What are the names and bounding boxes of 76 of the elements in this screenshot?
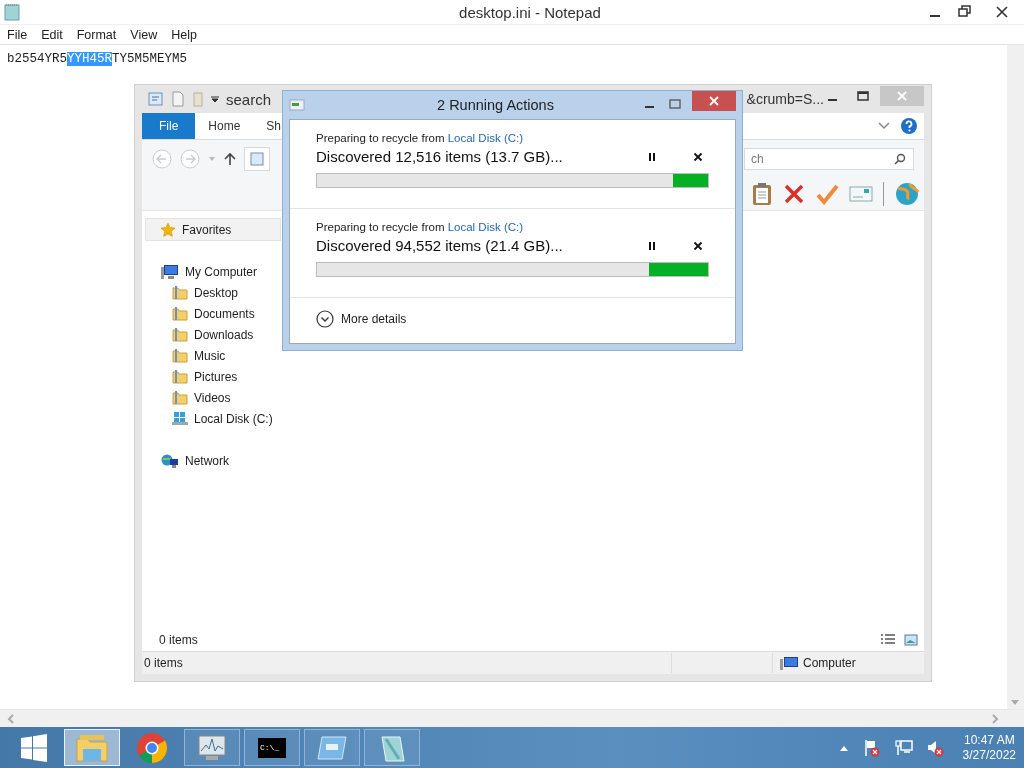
operation-description: Preparing to recycle from Local Disk (C:) xyxy=(316,132,525,144)
item-count: 0 items xyxy=(159,633,198,647)
source-link[interactable]: Local Disk (C:) xyxy=(447,132,524,144)
icon-text: C:\_ xyxy=(260,743,280,752)
text-content: TY5M5MEYM5 xyxy=(112,52,188,66)
cancel-icon[interactable] xyxy=(693,240,703,251)
start-icon[interactable] xyxy=(20,733,48,762)
menu-item[interactable]: File xyxy=(7,27,28,42)
chevron-down-icon[interactable] xyxy=(878,122,890,130)
menu-item[interactable]: Format xyxy=(76,27,117,42)
close-icon xyxy=(708,95,720,107)
ribbon-tab[interactable]: Home xyxy=(195,113,254,139)
new-document-icon[interactable] xyxy=(170,91,186,107)
sidebar-item[interactable]: Network xyxy=(145,450,295,471)
taskbar-button[interactable]: C:\_ xyxy=(244,729,300,766)
volume-muted-icon[interactable] xyxy=(926,738,945,757)
properties-icon[interactable] xyxy=(148,91,164,107)
performance-monitor-icon xyxy=(196,732,228,763)
sidebar-item[interactable]: Pictures xyxy=(145,366,295,387)
cancel-icon[interactable] xyxy=(693,151,703,162)
browser-icon xyxy=(136,731,168,764)
sidebar-item[interactable]: Music xyxy=(145,345,295,366)
globe-icon[interactable] xyxy=(894,182,920,206)
dropdown-icon[interactable] xyxy=(210,94,220,104)
search-icon xyxy=(894,153,906,165)
ribbon-tab[interactable]: File xyxy=(142,113,196,139)
sidebar-item[interactable]: Favorites xyxy=(145,218,281,241)
window-title: desktop.ini - Notepad xyxy=(458,3,602,21)
taskbar-button[interactable] xyxy=(304,729,360,766)
computer-icon xyxy=(161,263,179,280)
taskbar-button[interactable] xyxy=(364,729,420,766)
network-icon xyxy=(161,452,179,469)
status-text: 0 items xyxy=(144,656,183,670)
star-icon xyxy=(160,221,176,238)
operation-status: Discovered 12,516 items (13.7 GB)... xyxy=(316,148,563,165)
source-link[interactable]: Local Disk (C:) xyxy=(447,221,524,233)
scroll-right-icon[interactable] xyxy=(990,713,1000,724)
window-title: search xyxy=(226,90,272,108)
recycle-icon xyxy=(289,98,305,112)
window-title: 2 Running Actions xyxy=(436,97,555,113)
drive-icon xyxy=(172,411,188,426)
menu-item[interactable]: Help xyxy=(171,27,197,42)
delete-icon[interactable] xyxy=(783,183,805,205)
sidebar-item[interactable]: Videos xyxy=(145,387,295,408)
large-icons-view-icon[interactable] xyxy=(904,634,918,646)
envelope-icon[interactable] xyxy=(849,185,873,203)
pause-icon[interactable] xyxy=(647,240,657,251)
notepad-icon xyxy=(4,3,20,21)
clipboard-icon[interactable] xyxy=(751,182,773,206)
operation-description: Preparing to recycle from Local Disk (C:) xyxy=(316,221,525,233)
taskbar-button[interactable] xyxy=(184,729,240,766)
address-bar[interactable] xyxy=(244,147,270,171)
scroll-down-icon[interactable] xyxy=(1010,699,1020,707)
chevron-circle-icon xyxy=(316,310,334,328)
status-text: Computer xyxy=(803,656,856,670)
help-icon[interactable] xyxy=(900,117,918,135)
sidebar-item[interactable]: My Computer xyxy=(145,261,295,282)
window-icon xyxy=(316,733,348,762)
network-icon[interactable] xyxy=(894,738,913,757)
checkmark-icon[interactable] xyxy=(815,183,839,205)
window-title: &crumb=S... xyxy=(746,91,824,107)
scrollbar[interactable] xyxy=(0,709,1024,727)
scroll-left-icon[interactable] xyxy=(6,713,16,724)
pause-icon[interactable] xyxy=(647,151,657,162)
up-arrow-icon[interactable] xyxy=(224,152,236,166)
details-view-icon[interactable] xyxy=(880,634,896,646)
menu-item[interactable]: View xyxy=(130,27,158,42)
search-field[interactable]: ch xyxy=(744,148,914,170)
clock[interactable]: 10:47 AM 3/27/2022 xyxy=(962,732,1016,763)
operation-status: Discovered 94,552 items (21.4 GB)... xyxy=(316,237,563,254)
close-button[interactable] xyxy=(692,91,736,111)
computer-icon xyxy=(779,655,799,671)
flag-error-icon[interactable] xyxy=(862,738,881,757)
close-icon xyxy=(896,90,908,102)
menu-item[interactable]: Edit xyxy=(41,27,63,42)
sidebar-item[interactable]: Local Disk (C:) xyxy=(145,408,295,429)
